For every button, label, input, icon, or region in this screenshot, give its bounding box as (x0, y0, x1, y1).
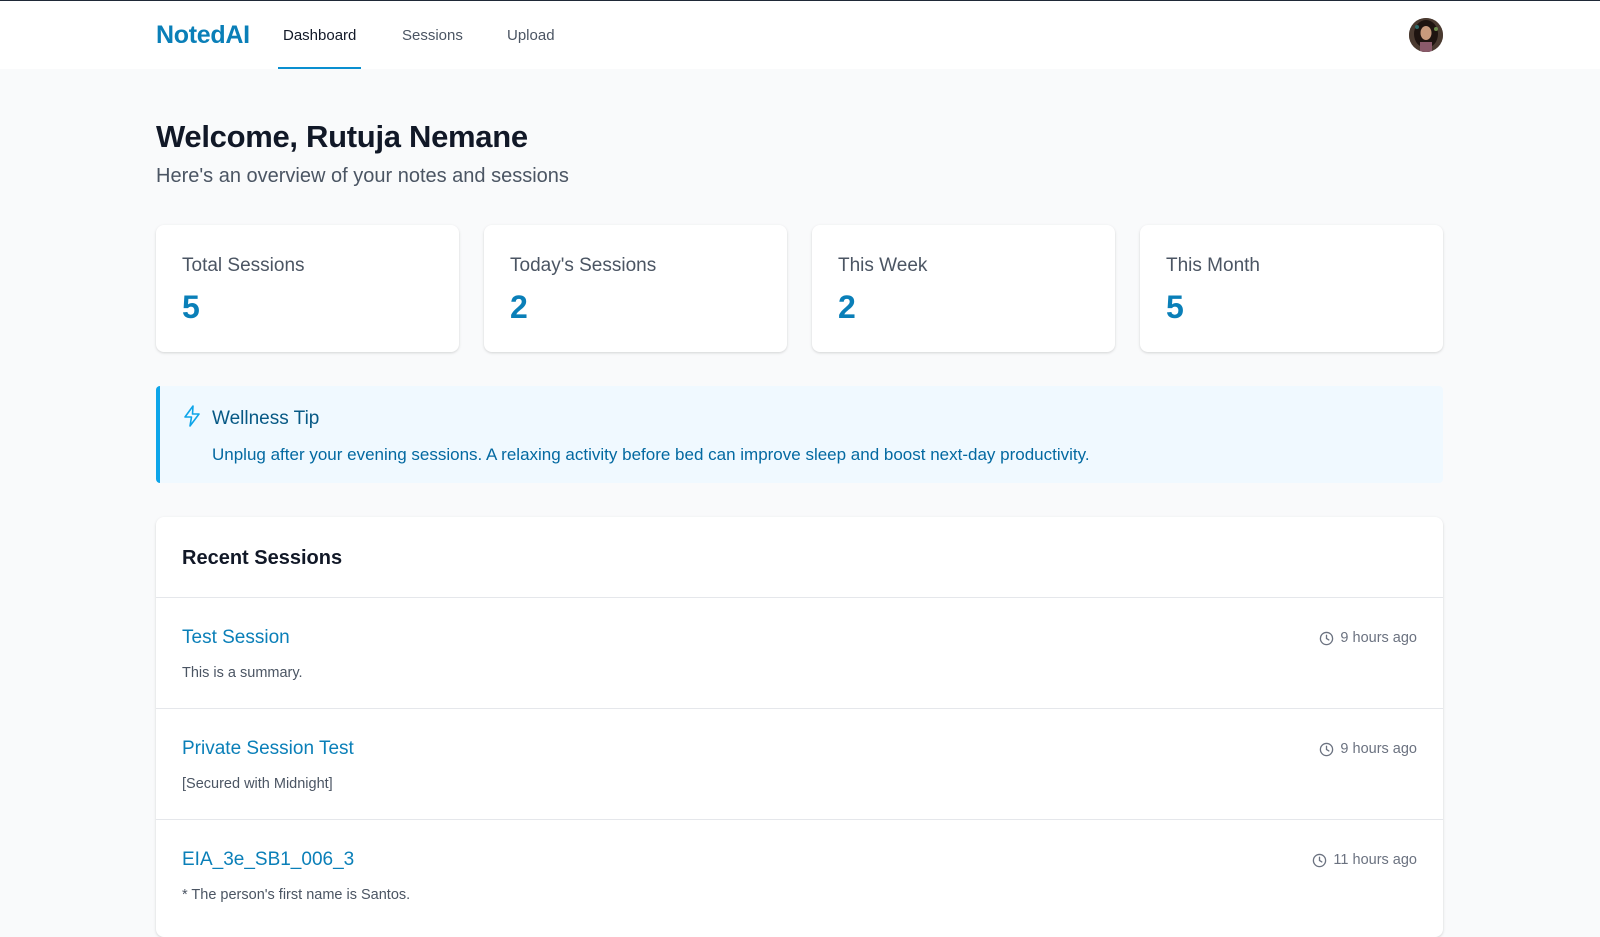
avatar-image (1409, 18, 1443, 52)
tab-upload[interactable]: Upload (507, 1, 555, 69)
session-summary: This is a summary. (182, 665, 303, 681)
session-list-item[interactable]: Test Session This is a summary. 9 hours … (156, 598, 1443, 709)
stat-label: Total Sessions (182, 255, 305, 276)
lightning-icon (184, 405, 200, 427)
stat-card-this-week: This Week 2 (812, 225, 1115, 352)
stat-value: 5 (182, 289, 200, 325)
clock-icon (1313, 853, 1327, 867)
session-timestamp: 9 hours ago (1319, 630, 1417, 646)
session-timestamp: 11 hours ago (1312, 852, 1417, 868)
session-list-item[interactable]: Private Session Test [Secured with Midni… (156, 709, 1443, 820)
clock-icon (1320, 742, 1334, 756)
session-title-link[interactable]: Private Session Test (182, 738, 354, 760)
session-timestamp: 9 hours ago (1319, 741, 1417, 757)
page-title: Welcome, Rutuja Nemane (156, 119, 528, 154)
stat-value: 5 (1166, 289, 1184, 325)
session-summary: [Secured with Midnight] (182, 776, 333, 792)
session-time-text: 9 hours ago (1340, 741, 1417, 757)
session-summary: * The person's first name is Santos. (182, 887, 411, 903)
top-navbar: NotedAI Dashboard Sessions Upload (0, 1, 1600, 69)
page-subtitle: Here's an overview of your notes and ses… (156, 165, 569, 187)
session-list-item[interactable]: EIA_3e_SB1_006_3 * The person's first na… (156, 820, 1443, 931)
wellness-tip-banner: Wellness Tip Unplug after your evening s… (156, 386, 1443, 483)
stat-card-total-sessions: Total Sessions 5 (156, 225, 459, 352)
tip-text: Unplug after your evening sessions. A re… (212, 445, 1090, 464)
tab-sessions[interactable]: Sessions (402, 1, 463, 69)
user-avatar[interactable] (1409, 18, 1443, 52)
stat-card-todays-sessions: Today's Sessions 2 (484, 225, 787, 352)
session-title-link[interactable]: EIA_3e_SB1_006_3 (182, 849, 354, 871)
tip-title: Wellness Tip (212, 408, 320, 429)
session-title-link[interactable]: Test Session (182, 627, 290, 649)
recent-sessions-panel: Recent Sessions Test Session This is a s… (156, 517, 1443, 937)
section-title: Recent Sessions (182, 547, 343, 569)
tab-dashboard[interactable]: Dashboard (277, 1, 362, 69)
stat-label: Today's Sessions (510, 255, 657, 276)
stat-label: This Week (838, 255, 928, 276)
brand-logo[interactable]: NotedAI (156, 21, 250, 50)
session-time-text: 9 hours ago (1340, 630, 1417, 646)
clock-icon (1320, 631, 1334, 645)
stat-label: This Month (1166, 255, 1260, 276)
stat-value: 2 (510, 289, 528, 325)
session-time-text: 11 hours ago (1333, 852, 1417, 868)
stat-value: 2 (838, 289, 856, 325)
stat-card-this-month: This Month 5 (1140, 225, 1443, 352)
